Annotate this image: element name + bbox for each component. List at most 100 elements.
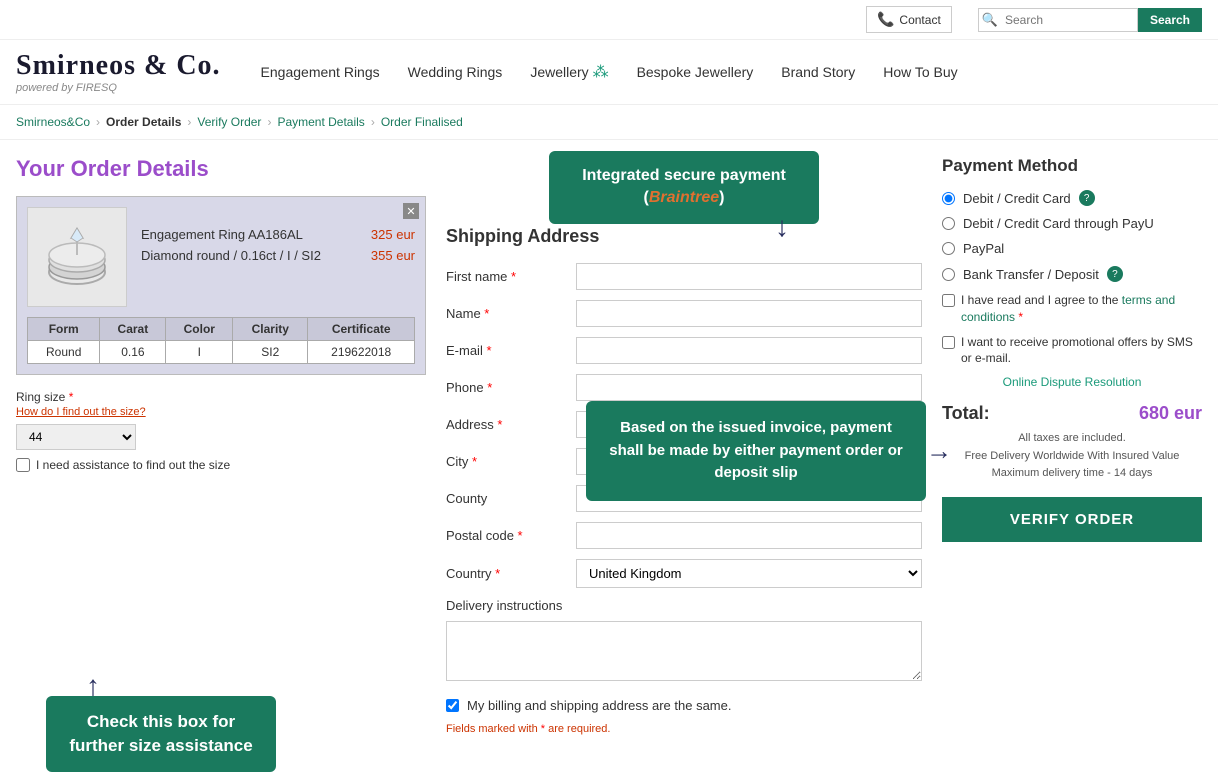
bank-help-icon[interactable]: ?	[1107, 266, 1123, 282]
firstname-input[interactable]	[576, 263, 922, 290]
verify-order-button[interactable]: VERIFY ORDER	[942, 497, 1202, 542]
tax-line1: All taxes are included.	[942, 430, 1202, 448]
col-form: Form	[28, 318, 100, 341]
payment-bank-label: Bank Transfer / Deposit	[963, 267, 1099, 282]
nav-bespoke[interactable]: Bespoke Jewellery	[637, 64, 754, 80]
bank-arrow-icon: →	[926, 431, 952, 470]
total-label: Total:	[942, 403, 990, 424]
ring-table: Form Carat Color Clarity Certificate Rou…	[27, 317, 415, 364]
payment-card-label: Debit / Credit Card	[963, 191, 1071, 206]
size-callout: ↑ Check this box for further size assist…	[46, 696, 276, 772]
field-postal: Postal code *	[446, 522, 922, 549]
nav-how-to-buy[interactable]: How To Buy	[883, 64, 957, 80]
product-name: Engagement Ring AA186AL	[141, 227, 303, 242]
price2: 355 eur	[371, 248, 415, 263]
total-row: Total: 680 eur	[942, 403, 1202, 424]
nav-wedding-rings[interactable]: Wedding Rings	[408, 64, 503, 80]
billing-checkbox[interactable]	[446, 699, 459, 712]
promo-label: I want to receive promotional offers by …	[961, 334, 1202, 368]
country-select[interactable]: United Kingdom United States Germany Fra…	[576, 559, 922, 588]
nav-brand-story[interactable]: Brand Story	[781, 64, 855, 80]
payment-radio-payu[interactable]	[942, 217, 955, 230]
breadcrumb-verify[interactable]: Verify Order	[197, 115, 261, 129]
arrow-down-icon: ↓	[775, 207, 789, 246]
name-label: Name *	[446, 306, 576, 321]
breadcrumb-finalised[interactable]: Order Finalised	[381, 115, 463, 129]
total-amount: 680 eur	[1139, 403, 1202, 424]
delivery-textarea[interactable]	[446, 621, 922, 681]
cell-carat: 0.16	[100, 341, 166, 364]
field-email: E-mail *	[446, 337, 922, 364]
payment-panel: Payment Method Debit / Credit Card ? Deb…	[942, 156, 1202, 735]
name-input[interactable]	[576, 300, 922, 327]
payment-option-bank: Bank Transfer / Deposit ?	[942, 266, 1202, 282]
terms-checkbox[interactable]	[942, 294, 955, 307]
postal-input[interactable]	[576, 522, 922, 549]
dispute-link[interactable]: Online Dispute Resolution	[942, 375, 1202, 389]
search-input[interactable]	[978, 8, 1138, 32]
contact-label: Contact	[899, 13, 940, 27]
size-assistance-label[interactable]: I need assistance to find out the size	[36, 458, 230, 472]
ring-size-select[interactable]: 44 40 41 42 43 45 46 47 48	[16, 424, 136, 450]
payment-radio-card[interactable]	[942, 192, 955, 205]
size-assistance-row: I need assistance to find out the size	[16, 458, 426, 472]
cell-clarity: SI2	[233, 341, 308, 364]
ring-size-section: Ring size * How do I find out the size? …	[16, 389, 426, 472]
billing-row: My billing and shipping address are the …	[446, 698, 922, 713]
secure-callout: Integrated secure payment (Braintree) ↓	[549, 151, 819, 224]
card-help-icon[interactable]: ?	[1079, 190, 1095, 206]
breadcrumb: Smirneos&Co › Order Details › Verify Ord…	[0, 105, 1218, 140]
search-button[interactable]: Search	[1138, 8, 1202, 32]
field-firstname: First name *	[446, 263, 922, 290]
order-box: ✕	[16, 196, 426, 375]
left-panel: Your Order Details ✕	[16, 156, 426, 735]
col-color: Color	[166, 318, 233, 341]
tax-line3: Maximum delivery time - 14 days	[942, 465, 1202, 483]
cell-certificate: 219622018	[308, 341, 415, 364]
phone-label: Phone *	[446, 380, 576, 395]
breadcrumb-payment[interactable]: Payment Details	[277, 115, 364, 129]
nav-wrapper: Smirneos & Co. powered by FIRESQ Engagem…	[0, 40, 1218, 105]
email-input[interactable]	[576, 337, 922, 364]
close-order-button[interactable]: ✕	[403, 203, 419, 219]
breadcrumb-sep3: ›	[267, 115, 271, 129]
section-title: Shipping Address	[446, 226, 922, 247]
email-label: E-mail *	[446, 343, 576, 358]
price1: 325 eur	[371, 227, 415, 242]
payment-title: Payment Method	[942, 156, 1202, 176]
phone-input[interactable]	[576, 374, 922, 401]
ring-svg	[32, 212, 122, 302]
breadcrumb-order-details: Order Details	[106, 115, 181, 129]
main-nav: Engagement Rings Wedding Rings Jewellery…	[261, 62, 958, 82]
contact-button[interactable]: 📞 Contact	[866, 6, 952, 33]
order-title: Your Order Details	[16, 156, 426, 182]
search-icon: 🔍	[982, 12, 998, 28]
tax-line2: Free Delivery Worldwide With Insured Val…	[942, 448, 1202, 466]
size-help-link[interactable]: How do I find out the size?	[16, 406, 426, 418]
tax-info: All taxes are included. Free Delivery Wo…	[942, 430, 1202, 483]
nav-engagement-rings[interactable]: Engagement Rings	[261, 64, 380, 80]
size-assistance-checkbox[interactable]	[16, 458, 30, 472]
ring-size-label: Ring size *	[16, 390, 73, 404]
payment-radio-paypal[interactable]	[942, 242, 955, 255]
breadcrumb-sep1: ›	[96, 115, 100, 129]
required-note: Fields marked with * are required.	[446, 723, 922, 735]
cell-color: I	[166, 341, 233, 364]
bank-callout: Based on the issued invoice, payment sha…	[586, 401, 926, 501]
payment-option-payu: Debit / Credit Card through PayU	[942, 216, 1202, 231]
nav-jewellery[interactable]: Jewellery ⁂	[530, 62, 608, 82]
promo-checkbox[interactable]	[942, 336, 955, 349]
shipping-panel: Integrated secure payment (Braintree) ↓ …	[446, 156, 922, 735]
payment-paypal-label: PayPal	[963, 241, 1004, 256]
braintree-text: Braintree	[649, 189, 719, 206]
payment-radio-bank[interactable]	[942, 268, 955, 281]
logo: Smirneos & Co. powered by FIRESQ	[16, 50, 221, 94]
field-country: Country * United Kingdom United States G…	[446, 559, 922, 588]
payment-payu-label: Debit / Credit Card through PayU	[963, 216, 1154, 231]
firstname-label: First name *	[446, 269, 576, 284]
breadcrumb-home[interactable]: Smirneos&Co	[16, 115, 90, 129]
jewellery-icon: ⁂	[593, 64, 609, 81]
billing-label[interactable]: My billing and shipping address are the …	[467, 698, 731, 713]
field-phone: Phone *	[446, 374, 922, 401]
field-name: Name *	[446, 300, 922, 327]
